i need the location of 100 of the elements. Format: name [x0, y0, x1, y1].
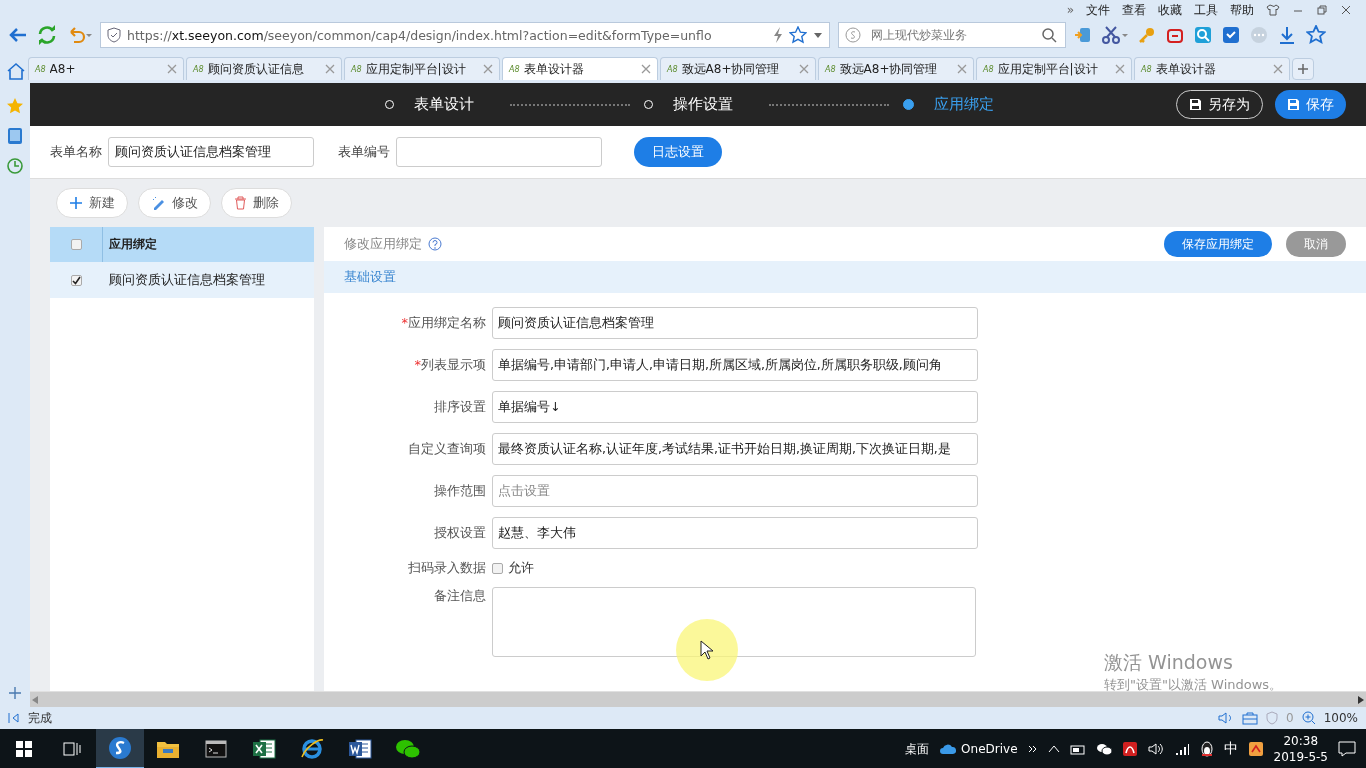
notification-icon[interactable]: [1338, 741, 1356, 757]
home-icon[interactable]: [6, 62, 26, 80]
browser-tab[interactable]: A8 A8+: [28, 57, 184, 80]
address-bar[interactable]: https://xt.seeyon.com/seeyon/common/cap4/design/index.html?action=edit&formType=unflo: [100, 22, 830, 48]
app-icon[interactable]: [1247, 741, 1264, 757]
zoom-app-icon[interactable]: [1194, 26, 1212, 44]
field-label: *列表显示项: [413, 356, 486, 374]
key-icon[interactable]: [1138, 26, 1156, 44]
text-field[interactable]: 点击设置: [492, 475, 978, 507]
column-header: 应用绑定: [109, 236, 157, 253]
input-method[interactable]: 中: [1223, 740, 1238, 758]
sidebar-toggle-icon[interactable]: [8, 712, 20, 724]
close-icon[interactable]: [1340, 4, 1352, 16]
toolbar-button[interactable]: 删除: [221, 188, 292, 218]
download-icon[interactable]: [1278, 26, 1296, 44]
field-label: 表单编号: [338, 143, 390, 161]
checkbox-label[interactable]: 允许: [508, 559, 534, 577]
text-field[interactable]: 顾问资质认证信息档案管理: [492, 307, 978, 339]
caret-icon[interactable]: [813, 31, 823, 39]
star-icon[interactable]: [789, 26, 807, 44]
volume-icon[interactable]: [1147, 742, 1164, 756]
row-label: 顾问资质认证信息档案管理: [109, 271, 265, 289]
menu-item[interactable]: 文件: [1086, 1, 1110, 19]
spreadsheet-icon: [252, 738, 276, 760]
text-field[interactable]: 单据编号,申请部门,申请人,申请日期,所属区域,所属岗位,所属职务职级,顾问角: [492, 349, 978, 381]
status-text: 完成: [28, 709, 52, 727]
text-field[interactable]: 赵慧、李大伟: [492, 517, 978, 549]
right-arrow-icon[interactable]: [1358, 695, 1364, 704]
clock-icon[interactable]: [6, 157, 24, 175]
shield-check-icon[interactable]: [1222, 26, 1240, 44]
menu-item[interactable]: 工具: [1194, 1, 1218, 19]
list-row[interactable]: 顾问资质认证信息档案管理: [50, 262, 314, 298]
menu-item[interactable]: 查看: [1122, 1, 1146, 19]
menu-item[interactable]: 收藏: [1158, 1, 1182, 19]
toolbox-icon[interactable]: [1242, 711, 1259, 725]
browser-tab[interactable]: A8 应用定制平台|设计: [344, 57, 500, 80]
penguin-icon[interactable]: [1199, 741, 1214, 757]
text-field[interactable]: 单据编号↓: [492, 391, 978, 423]
horizontal-scrollbar[interactable]: [30, 691, 1366, 707]
checkbox[interactable]: [70, 239, 82, 250]
toolbar-button[interactable]: 新建: [56, 188, 128, 218]
refresh-icon[interactable]: [36, 24, 58, 46]
toolbar-button[interactable]: 修改: [138, 188, 211, 218]
more-icon[interactable]: »: [1066, 3, 1074, 17]
chevron-icon[interactable]: [1027, 744, 1038, 754]
app-icon[interactable]: [1121, 741, 1138, 757]
toolbar-label[interactable]: 桌面: [905, 740, 930, 758]
browser-tab[interactable]: A8 致远A8+协同管理: [818, 57, 974, 80]
browser-tab[interactable]: A8 致远A8+协同管理: [660, 57, 816, 80]
text-field[interactable]: 最终资质认证名称,认证年度,考试结果,证书开始日期,换证周期,下次换证日期,是: [492, 433, 978, 465]
lightning-icon[interactable]: [773, 27, 783, 43]
phone-icon[interactable]: [1074, 26, 1092, 44]
url-text: https://xt.seeyon.com/seeyon/common/cap4/design/index.html?action=edit&formType=unflo: [127, 27, 713, 43]
restore-icon[interactable]: [1316, 4, 1328, 16]
form-number-field[interactable]: [396, 137, 602, 167]
help-icon[interactable]: [428, 237, 442, 251]
folder-icon: [156, 739, 180, 759]
browser-tab[interactable]: A8 表单设计器: [1134, 57, 1290, 80]
action-button[interactable]: 保存应用绑定: [1164, 231, 1272, 257]
new-tab-button[interactable]: [1292, 58, 1314, 80]
pencil-icon: [151, 195, 166, 211]
checkbox[interactable]: [492, 562, 503, 574]
star-icon[interactable]: [6, 97, 24, 115]
log-settings-button[interactable]: 日志设置: [634, 137, 722, 167]
search-input[interactable]: 网上现代炒菜业务: [869, 27, 1033, 43]
step-tab[interactable]: 表单设计: [407, 94, 480, 115]
scissors-icon[interactable]: [1102, 26, 1128, 44]
chat-icon[interactable]: [1095, 742, 1112, 756]
step-tab[interactable]: 操作设置: [666, 94, 739, 115]
plus-icon[interactable]: [9, 687, 21, 699]
browser-tab[interactable]: A8 顾问资质认证信息: [186, 57, 342, 80]
toolbar-label[interactable]: OneDrive: [961, 742, 1018, 756]
browser-tab[interactable]: A8 应用定制平台|设计: [976, 57, 1132, 80]
skin-icon[interactable]: [1266, 4, 1280, 16]
check-icon: [71, 275, 81, 285]
notes-field[interactable]: [492, 587, 976, 657]
step-tab[interactable]: 应用绑定: [927, 94, 1000, 115]
battery-icon[interactable]: [1069, 743, 1086, 755]
zoom-level[interactable]: 100%: [1323, 711, 1358, 725]
tablet-icon[interactable]: [7, 127, 23, 145]
search-icon[interactable]: [1041, 27, 1057, 43]
browser-tab[interactable]: A8 表单设计器: [502, 57, 658, 80]
left-arrow-icon[interactable]: [32, 695, 38, 704]
search-field[interactable]: 网上现代炒菜业务: [838, 22, 1066, 48]
field-label: 操作范围: [433, 482, 486, 500]
back-icon[interactable]: [8, 26, 28, 44]
up-caret-icon[interactable]: [1047, 744, 1060, 754]
field-label: 自定义查询项: [407, 440, 486, 458]
checkbox[interactable]: [70, 274, 82, 286]
network-icon[interactable]: [1173, 742, 1190, 756]
menu-item[interactable]: 帮助: [1230, 1, 1254, 19]
zoom-icon[interactable]: [1301, 711, 1316, 725]
taskbar-app[interactable]: [96, 729, 144, 768]
tab-logo: A8: [509, 64, 520, 74]
clock[interactable]: 20:38 2019-5-5: [1273, 733, 1328, 765]
header-button[interactable]: 保存: [1275, 90, 1346, 119]
shield-icon: [107, 27, 121, 43]
favorites-icon[interactable]: [1306, 25, 1326, 45]
close-icon[interactable]: [641, 64, 651, 74]
form-name-field[interactable]: 顾问资质认证信息档案管理: [108, 137, 314, 167]
